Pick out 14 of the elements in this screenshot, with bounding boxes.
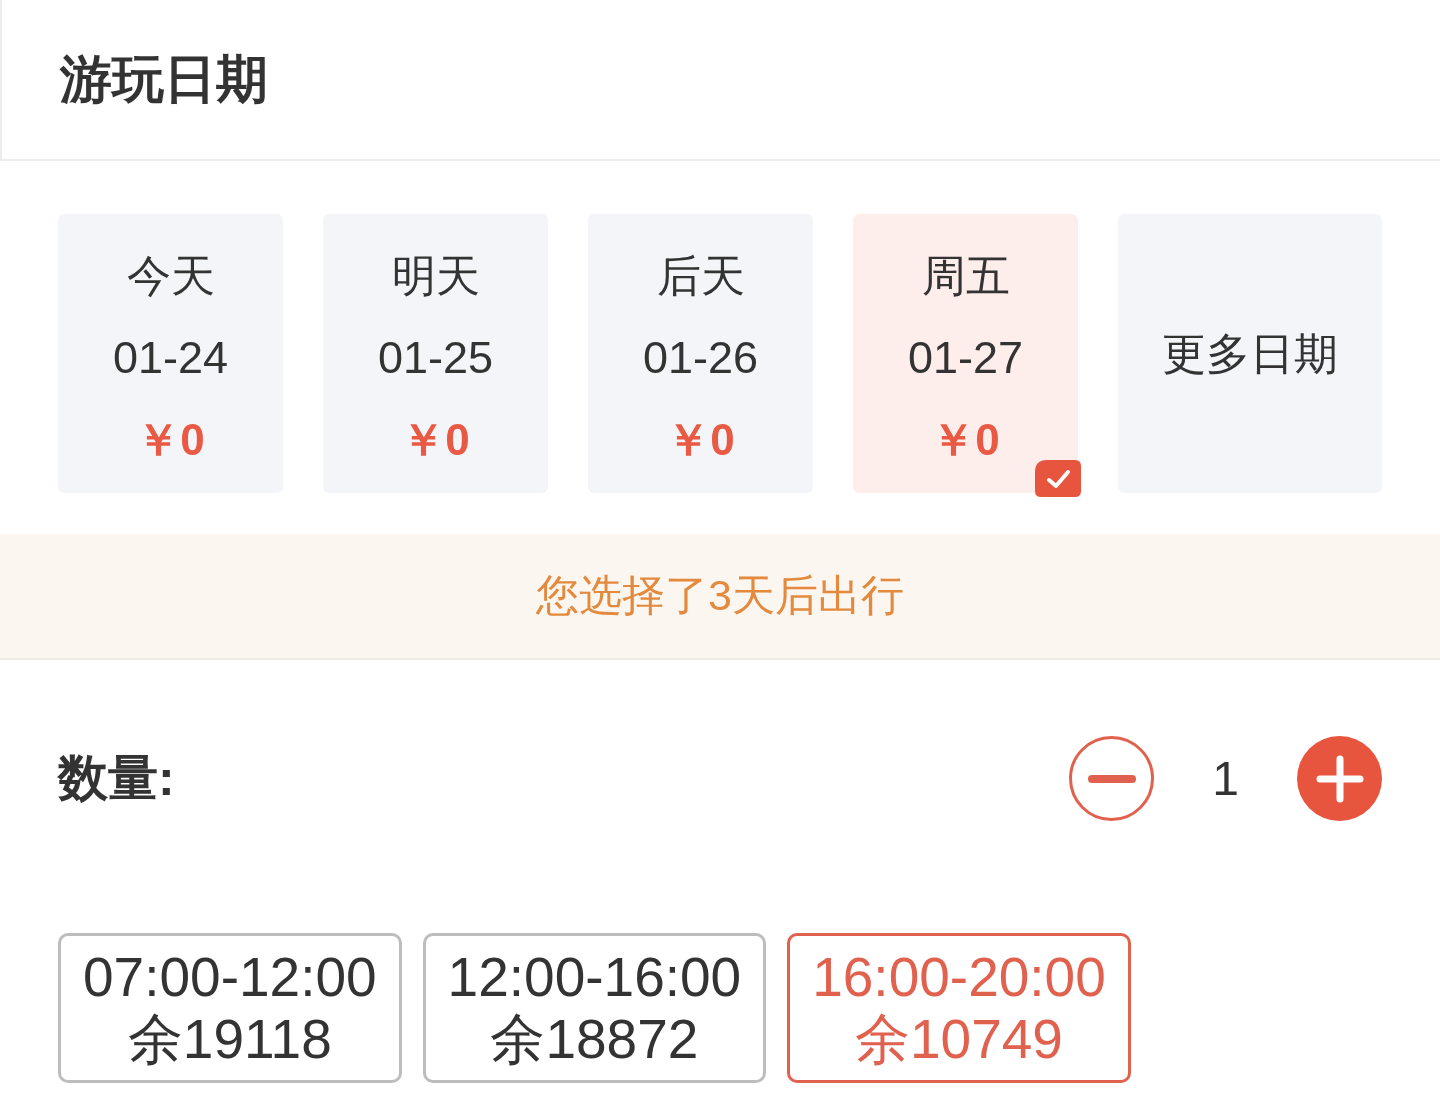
date-card[interactable]: 今天 01-24 ￥0	[58, 214, 283, 493]
minus-icon	[1087, 774, 1136, 783]
time-slot-button[interactable]: 07:00-12:00 余19118	[58, 933, 402, 1083]
time-slot-button[interactable]: 12:00-16:00 余18872	[422, 933, 767, 1083]
notice-text: 您选择了3天后出行	[536, 570, 904, 621]
section-title: 游玩日期	[60, 49, 268, 111]
more-dates-card[interactable]: 更多日期	[1118, 214, 1382, 493]
quantity-label: 数量:	[58, 749, 175, 808]
quantity-value: 1	[1212, 751, 1239, 806]
check-icon	[1035, 460, 1081, 497]
time-slot-button[interactable]: 16:00-20:00 余10749	[787, 933, 1131, 1083]
date-card[interactable]: 后天 01-26 ￥0	[588, 214, 813, 493]
date-card[interactable]: 明天 01-25 ￥0	[323, 214, 548, 493]
plus-icon	[1315, 754, 1364, 803]
